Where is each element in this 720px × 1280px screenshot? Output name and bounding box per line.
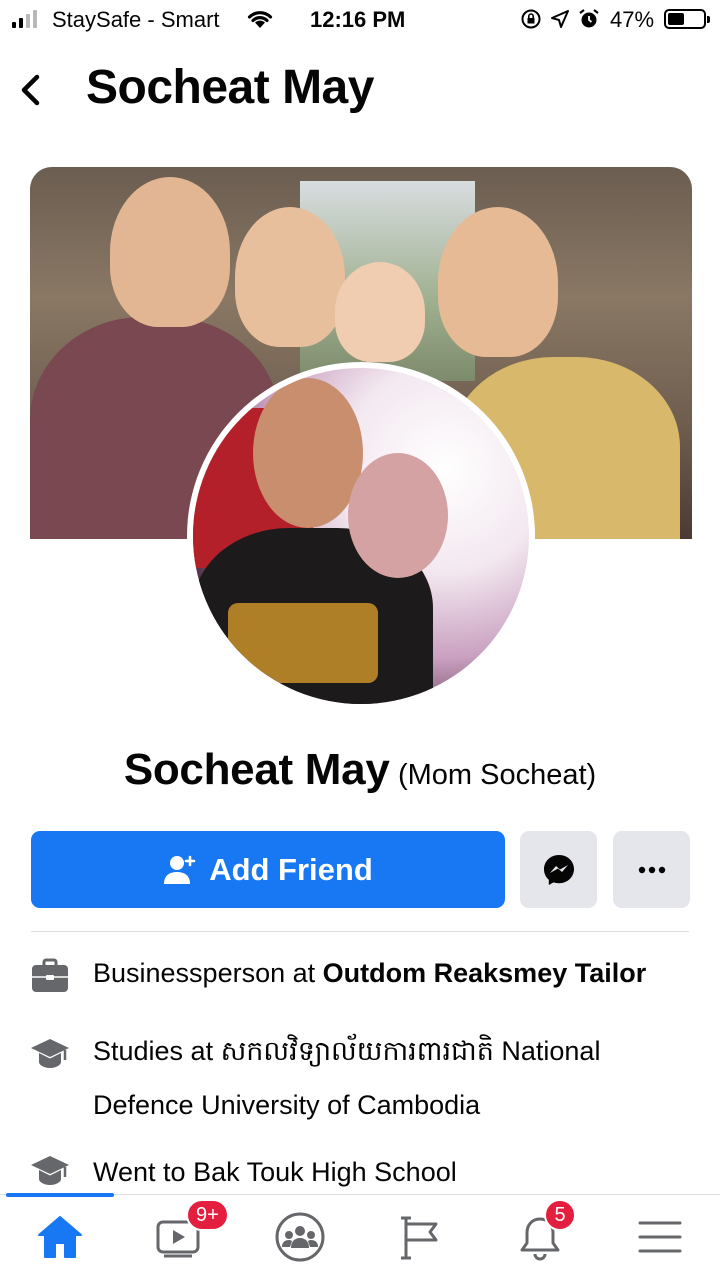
status-bar: StaySafe - Smart 12:16 PM 47% — [0, 0, 720, 40]
graduation-cap-icon — [30, 1153, 70, 1193]
graduation-cap-icon — [30, 1036, 70, 1076]
back-button[interactable] — [18, 68, 52, 112]
add-friend-button[interactable]: Add Friend — [31, 831, 505, 908]
carrier-name: StaySafe - Smart — [52, 7, 220, 32]
profile-name: Socheat May (Mom Socheat) — [0, 745, 720, 795]
profile-picture[interactable] — [187, 362, 535, 710]
battery-percent: 47% — [610, 7, 655, 32]
nav-notifications[interactable]: 5 — [510, 1199, 576, 1265]
detail-education-text: Studies at សកលវិទ្យាល័យការពារជាតិ Nation… — [93, 1036, 601, 1120]
watch-badge: 9+ — [186, 1199, 229, 1231]
nav-groups[interactable] — [270, 1209, 330, 1265]
battery-icon — [664, 9, 710, 29]
chevron-left-icon — [21, 74, 40, 106]
add-friend-label: Add Friend — [209, 851, 373, 887]
clock: 12:16 PM — [310, 7, 406, 32]
detail-high-school-text: Went to Bak Touk High School — [93, 1157, 457, 1187]
more-button[interactable] — [613, 831, 690, 908]
more-icon — [638, 866, 665, 873]
signal-icon — [12, 10, 37, 28]
bottom-nav: 9+ 5 — [0, 1193, 720, 1280]
home-icon — [38, 1216, 82, 1258]
divider — [31, 931, 689, 932]
flag-icon — [401, 1216, 438, 1260]
profile-name-primary: Socheat May — [123, 745, 390, 794]
location-icon — [550, 9, 570, 34]
notifications-badge: 5 — [544, 1199, 576, 1231]
nav-home[interactable] — [30, 1209, 90, 1265]
add-friend-icon — [164, 855, 196, 884]
active-tab-indicator — [6, 1193, 114, 1197]
screen-lock-icon — [520, 8, 542, 35]
groups-icon — [275, 1212, 325, 1262]
message-button[interactable] — [520, 831, 597, 908]
messenger-icon — [543, 854, 574, 885]
menu-icon — [638, 1221, 682, 1253]
workplace-link[interactable]: Outdom Reaksmey Tailor — [323, 958, 647, 988]
wifi-icon — [246, 8, 274, 35]
briefcase-icon — [30, 956, 70, 996]
profile-name-alternate: (Mom Socheat) — [397, 759, 597, 791]
nav-watch[interactable]: 9+ — [150, 1199, 229, 1265]
detail-work-text: Businessperson at Outdom Reaksmey Tailor — [93, 958, 647, 988]
nav-pages[interactable] — [390, 1209, 450, 1265]
page-title: Socheat May — [86, 61, 374, 114]
alarm-icon — [578, 8, 600, 35]
nav-menu[interactable] — [630, 1209, 690, 1265]
